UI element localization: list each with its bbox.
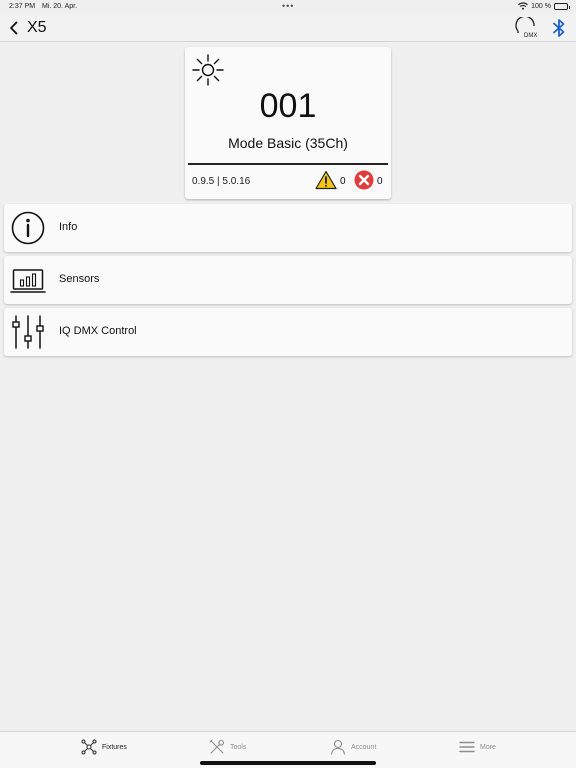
status-date: Mi. 20. Apr.: [42, 3, 78, 10]
tab-label: Fixtures: [102, 743, 127, 751]
nav-bar: X5 DMX: [0, 14, 576, 42]
error-icon: [354, 170, 374, 190]
menu-item-label: Info: [59, 221, 78, 233]
screen: 2:37 PM Mi. 20. Apr. ••• 100 % X5 DMX 00…: [0, 0, 576, 768]
warning-count: 0: [340, 176, 346, 187]
home-indicator[interactable]: [200, 761, 376, 765]
fixture-version: 0.9.5 | 5.0.16: [192, 176, 251, 187]
status-time: 2:37 PM: [9, 3, 36, 10]
info-icon: [11, 211, 45, 245]
fixture-address: 001: [259, 87, 317, 125]
dmx-label: DMX: [524, 33, 537, 39]
back-button[interactable]: [6, 19, 22, 37]
chevron-left-icon: [10, 21, 18, 35]
sensors-icon: [10, 269, 46, 293]
fixture-mode: Mode Basic (35Ch): [228, 135, 348, 151]
battery-percent: 100 %: [531, 2, 551, 10]
menu-item-iq-dmx-control[interactable]: IQ DMX Control: [4, 308, 572, 356]
card-divider: [188, 163, 388, 165]
error-count: 0: [377, 176, 383, 187]
wifi-icon: [518, 2, 529, 10]
menu-item-label: Sensors: [59, 273, 100, 285]
warning-icon: [315, 170, 337, 190]
menu-item-sensors[interactable]: Sensors: [4, 256, 572, 304]
page-title: X5: [27, 19, 47, 36]
bluetooth-icon[interactable]: [551, 17, 567, 39]
tab-bar: Fixtures Tools Account More: [0, 731, 576, 768]
sliders-icon: [12, 315, 44, 349]
tab-more[interactable]: More: [459, 738, 496, 756]
tab-label: Account: [351, 743, 377, 751]
tab-label: More: [480, 743, 496, 751]
tab-label: Tools: [230, 743, 247, 751]
status-bar: 2:37 PM Mi. 20. Apr. ••• 100 %: [0, 0, 576, 14]
account-icon: [330, 739, 346, 755]
fixture-light-icon: [192, 54, 224, 86]
battery-icon: [554, 2, 570, 10]
tools-icon: [209, 739, 225, 754]
fixtures-icon: [81, 739, 97, 755]
fixture-card[interactable]: 001 Mode Basic (35Ch) 0.9.5 | 5.0.16 0 0: [185, 47, 391, 199]
status-right: 100 %: [518, 2, 570, 10]
menu-item-label: IQ DMX Control: [59, 325, 137, 337]
tab-fixtures[interactable]: Fixtures: [81, 738, 127, 756]
dmx-icon[interactable]: DMX: [515, 17, 539, 39]
tab-tools[interactable]: Tools: [209, 738, 246, 756]
menu-icon: [459, 741, 475, 753]
menu-item-info[interactable]: Info: [4, 204, 572, 252]
tab-account[interactable]: Account: [330, 738, 376, 756]
multitasking-dots-icon[interactable]: •••: [282, 1, 294, 11]
